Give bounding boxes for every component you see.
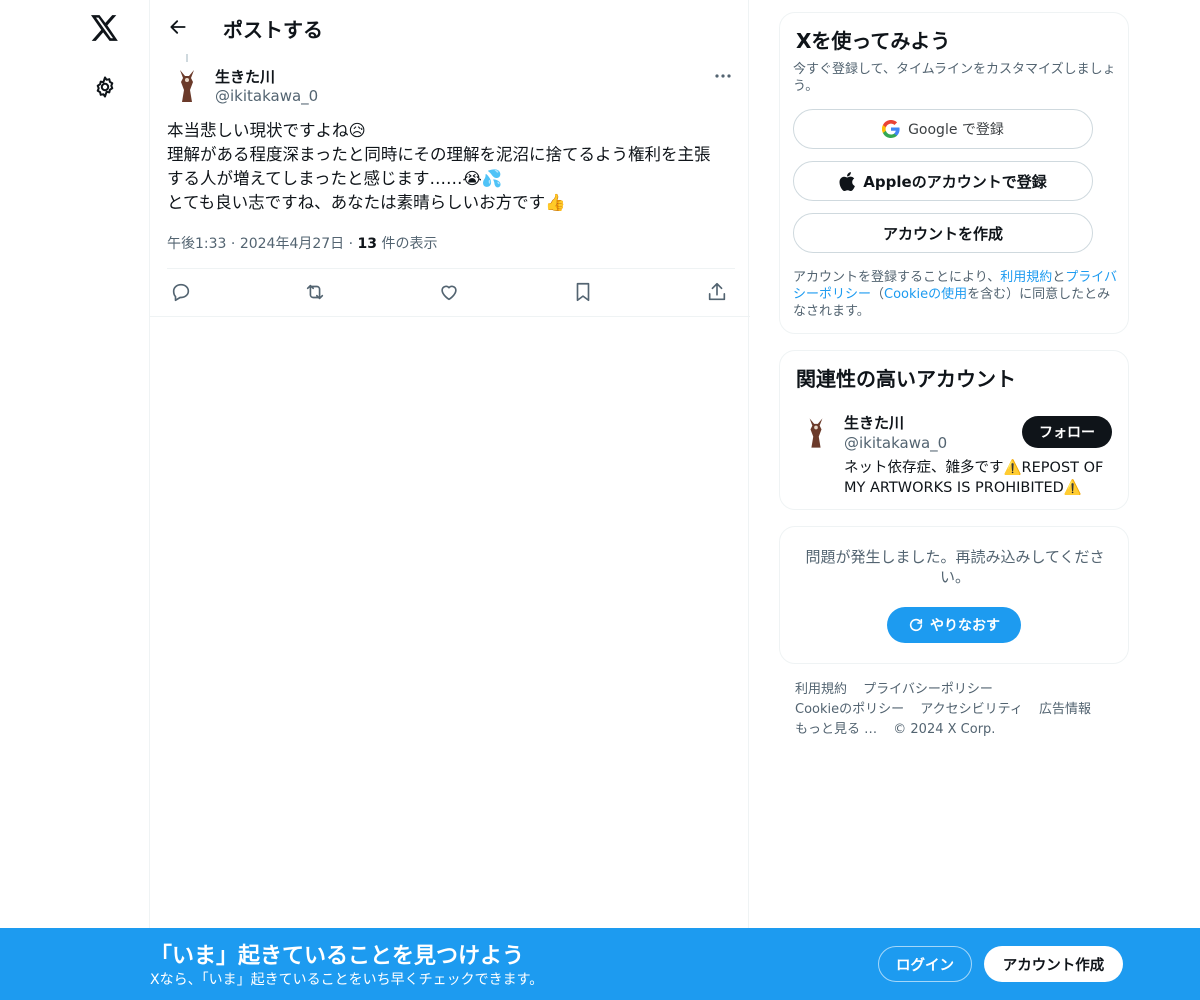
left-nav	[0, 0, 150, 1000]
bottom-banner: 「いま」起きていることを見つけよう Xなら、「いま」起きていることをいち早くチェ…	[0, 928, 1200, 1000]
thread-line	[186, 54, 188, 62]
avatar[interactable]	[796, 413, 836, 453]
post-text: 本当悲しい現状ですよね😥 理解がある程度深まったと同時にその理解を泥沼に捨てるよ…	[167, 119, 737, 215]
page-title: ポストする	[223, 18, 323, 42]
legal-open-paren: （	[871, 287, 885, 302]
post-date[interactable]: 2024年4月27日	[240, 236, 344, 252]
post-time[interactable]: 午後1:33	[167, 236, 226, 252]
like-icon[interactable]	[437, 280, 461, 304]
signup-button[interactable]: アカウント作成	[984, 946, 1123, 982]
avatar[interactable]	[167, 66, 207, 106]
share-icon[interactable]	[705, 280, 729, 304]
follow-button[interactable]: フォロー	[1022, 416, 1112, 448]
post-actions	[167, 276, 735, 308]
google-signup-button[interactable]: Google で登録	[793, 109, 1093, 149]
bookmark-icon[interactable]	[571, 280, 595, 304]
reply-icon[interactable]	[169, 280, 193, 304]
main-column: ポストする 生きた川 @ikitakawa_0 本当悲しい現状ですよね😥 理解が…	[149, 0, 750, 1000]
relevant-accounts-title: 関連性の高いアカウント	[796, 367, 1016, 391]
retry-label: やりなおす	[930, 618, 1000, 634]
error-message: 問題が発生しました。再読み込みしてください。	[805, 548, 1105, 586]
refresh-icon	[909, 618, 923, 632]
relevant-accounts-card: 関連性の高いアカウント 生きた川 @ikitakawa_0 フォロー ネット依存…	[779, 350, 1129, 510]
views-count: 13	[357, 236, 378, 252]
footer-link[interactable]: もっと見る …	[795, 722, 877, 737]
terms-link[interactable]: 利用規約	[1000, 270, 1052, 285]
banner-subtitle: Xなら、「いま」起きていることをいち早くチェックできます。	[150, 972, 544, 988]
views-label: 件の表示	[381, 236, 438, 252]
post-line: 本当悲しい現状ですよね😥	[167, 121, 366, 140]
arrow-left-icon[interactable]	[164, 13, 192, 41]
suggested-handle[interactable]: @ikitakawa_0	[844, 434, 947, 452]
copyright: © 2024 X Corp.	[893, 722, 996, 737]
footer-link[interactable]: 利用規約	[795, 682, 847, 697]
cookie-link[interactable]: Cookieの使用	[884, 287, 967, 302]
author-name[interactable]: 生きた川	[215, 66, 275, 87]
create-account-button[interactable]: アカウントを作成	[793, 213, 1093, 253]
signup-title: Xを使ってみよう	[796, 29, 951, 53]
create-account-label: アカウントを作成	[882, 224, 1003, 243]
legal-and: と	[1052, 270, 1066, 285]
legal-notice: アカウントを登録することにより、利用規約とプライバシーポリシー（Cookieの使…	[793, 269, 1119, 320]
error-card: 問題が発生しました。再読み込みしてください。 やりなおす	[779, 526, 1129, 664]
meta-separator: ·	[230, 236, 240, 252]
retry-button[interactable]: やりなおす	[887, 607, 1021, 643]
google-signup-label: Google で登録	[908, 122, 1004, 138]
x-logo-icon[interactable]	[89, 12, 121, 44]
meta-separator: ·	[348, 236, 358, 252]
apple-signup-label: Appleのアカウントで登録	[863, 172, 1047, 191]
post-line: する人が増えてしまったと感じます……😭💦	[167, 169, 503, 188]
footer-link[interactable]: アクセシビリティ	[920, 702, 1023, 717]
suggested-bio: ネット依存症、雑多です⚠️REPOST OF MY ARTWORKS IS PR…	[844, 460, 1104, 496]
post-meta: 午後1:33 · 2024年4月27日 · 13 件の表示	[167, 233, 437, 253]
footer-link[interactable]: プライバシーポリシー	[863, 682, 993, 697]
more-options-icon[interactable]	[711, 66, 735, 86]
signup-subtitle: 今すぐ登録して、タイムラインをカスタマイズしましょう。	[793, 62, 1116, 94]
divider	[167, 268, 735, 269]
author-handle[interactable]: @ikitakawa_0	[215, 87, 318, 105]
banner-title: 「いま」起きていることを見つけよう	[150, 944, 525, 969]
signup-card: Xを使ってみよう 今すぐ登録して、タイムラインをカスタマイズしましょう。 Goo…	[779, 12, 1129, 334]
legal-prefix: アカウントを登録することにより、	[793, 270, 1001, 285]
top-bar: ポストする	[150, 0, 750, 54]
google-icon	[882, 120, 900, 138]
post-line: とても良い志ですね、あなたは素晴らしいお方です👍	[167, 193, 566, 212]
apple-icon	[839, 171, 856, 191]
apple-signup-button[interactable]: Appleのアカウントで登録	[793, 161, 1093, 201]
footer-link[interactable]: Cookieのポリシー	[795, 702, 904, 717]
footer-links: 利用規約 プライバシーポリシー Cookieのポリシー アクセシビリティ 広告情…	[795, 680, 1125, 740]
post-line: 理解がある程度深まったと同時にその理解を泥沼に捨てるよう権利を主張	[167, 145, 711, 164]
footer-link[interactable]: 広告情報	[1039, 702, 1091, 717]
gear-icon[interactable]	[91, 73, 119, 101]
repost-icon[interactable]	[303, 280, 327, 304]
divider	[150, 316, 750, 317]
login-button[interactable]: ログイン	[878, 946, 972, 982]
suggested-name[interactable]: 生きた川	[844, 412, 904, 433]
